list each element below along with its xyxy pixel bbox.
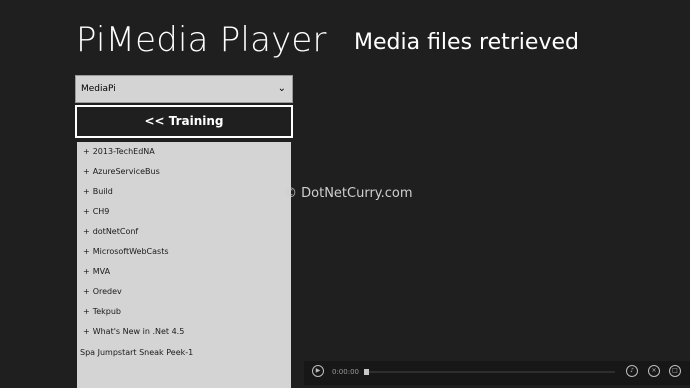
list-item-label: 2013-TechEdNA [92, 147, 155, 156]
list-item-label: What's New in .Net 4.5 [92, 327, 185, 336]
list-item[interactable]: + What's New in .Net 4.5 [83, 324, 184, 340]
fullscreen-icon[interactable]: □ [669, 365, 681, 377]
list-item-label: dotNetConf [92, 227, 139, 236]
list-item-label: MicrosoftWebCasts [92, 247, 169, 256]
progress-track[interactable] [365, 371, 615, 373]
list-item[interactable]: + MVA [83, 264, 110, 280]
list-item[interactable]: + MicrosoftWebCasts [83, 244, 169, 260]
plus-icon: + [83, 307, 90, 316]
source-select[interactable]: MediaPi ⌄ [75, 75, 293, 103]
source-select-value: MediaPi [81, 84, 116, 94]
volume-icon[interactable]: ♪ [626, 365, 638, 377]
plus-icon: + [83, 207, 90, 216]
list-item-label: Build [92, 187, 113, 196]
plus-icon: + [83, 167, 90, 176]
list-item[interactable]: +2013-TechEdNA [83, 144, 155, 160]
plus-icon: + [83, 227, 90, 236]
plus-icon: + [83, 147, 90, 156]
app-title: PiMedia Player [76, 20, 327, 60]
chevron-down-icon: ⌄ [277, 83, 286, 94]
plus-icon: + [83, 287, 90, 296]
list-item[interactable]: + Tekpub [83, 304, 121, 320]
list-item[interactable]: + dotNetConf [83, 224, 138, 240]
progress-thumb[interactable] [364, 369, 369, 375]
plus-icon: + [83, 247, 90, 256]
status-text: Media files retrieved [354, 30, 579, 55]
time-display: 0:00:00 [332, 368, 359, 376]
plus-icon: + [83, 327, 90, 336]
list-item-label: MVA [92, 267, 111, 276]
folder-list[interactable]: +2013-TechEdNA + AzureServiceBus + Build +… [77, 142, 291, 388]
list-item[interactable]: + Build [83, 184, 113, 200]
plus-icon: + [83, 187, 90, 196]
list-item-label: CH9 [92, 207, 110, 216]
back-button[interactable]: << Training [75, 105, 293, 138]
close-icon[interactable]: × [648, 365, 660, 377]
list-item[interactable]: + Oredev [83, 284, 122, 300]
list-item[interactable]: + AzureServiceBus [83, 164, 160, 180]
list-item[interactable]: Spa Jumpstart Sneak Peek-1 [80, 345, 193, 361]
watermark: © DotNetCurry.com [284, 186, 413, 201]
list-item-label: Spa Jumpstart Sneak Peek-1 [80, 348, 194, 357]
player-bar: ▶ 0:00:00 ♪ × □ [304, 361, 690, 385]
list-item[interactable]: + CH9 [83, 204, 109, 220]
list-item-label: Tekpub [92, 307, 122, 316]
list-item-label: Oredev [92, 287, 122, 296]
list-item-label: AzureServiceBus [92, 167, 160, 176]
plus-icon: + [83, 267, 90, 276]
play-icon[interactable]: ▶ [312, 365, 324, 377]
